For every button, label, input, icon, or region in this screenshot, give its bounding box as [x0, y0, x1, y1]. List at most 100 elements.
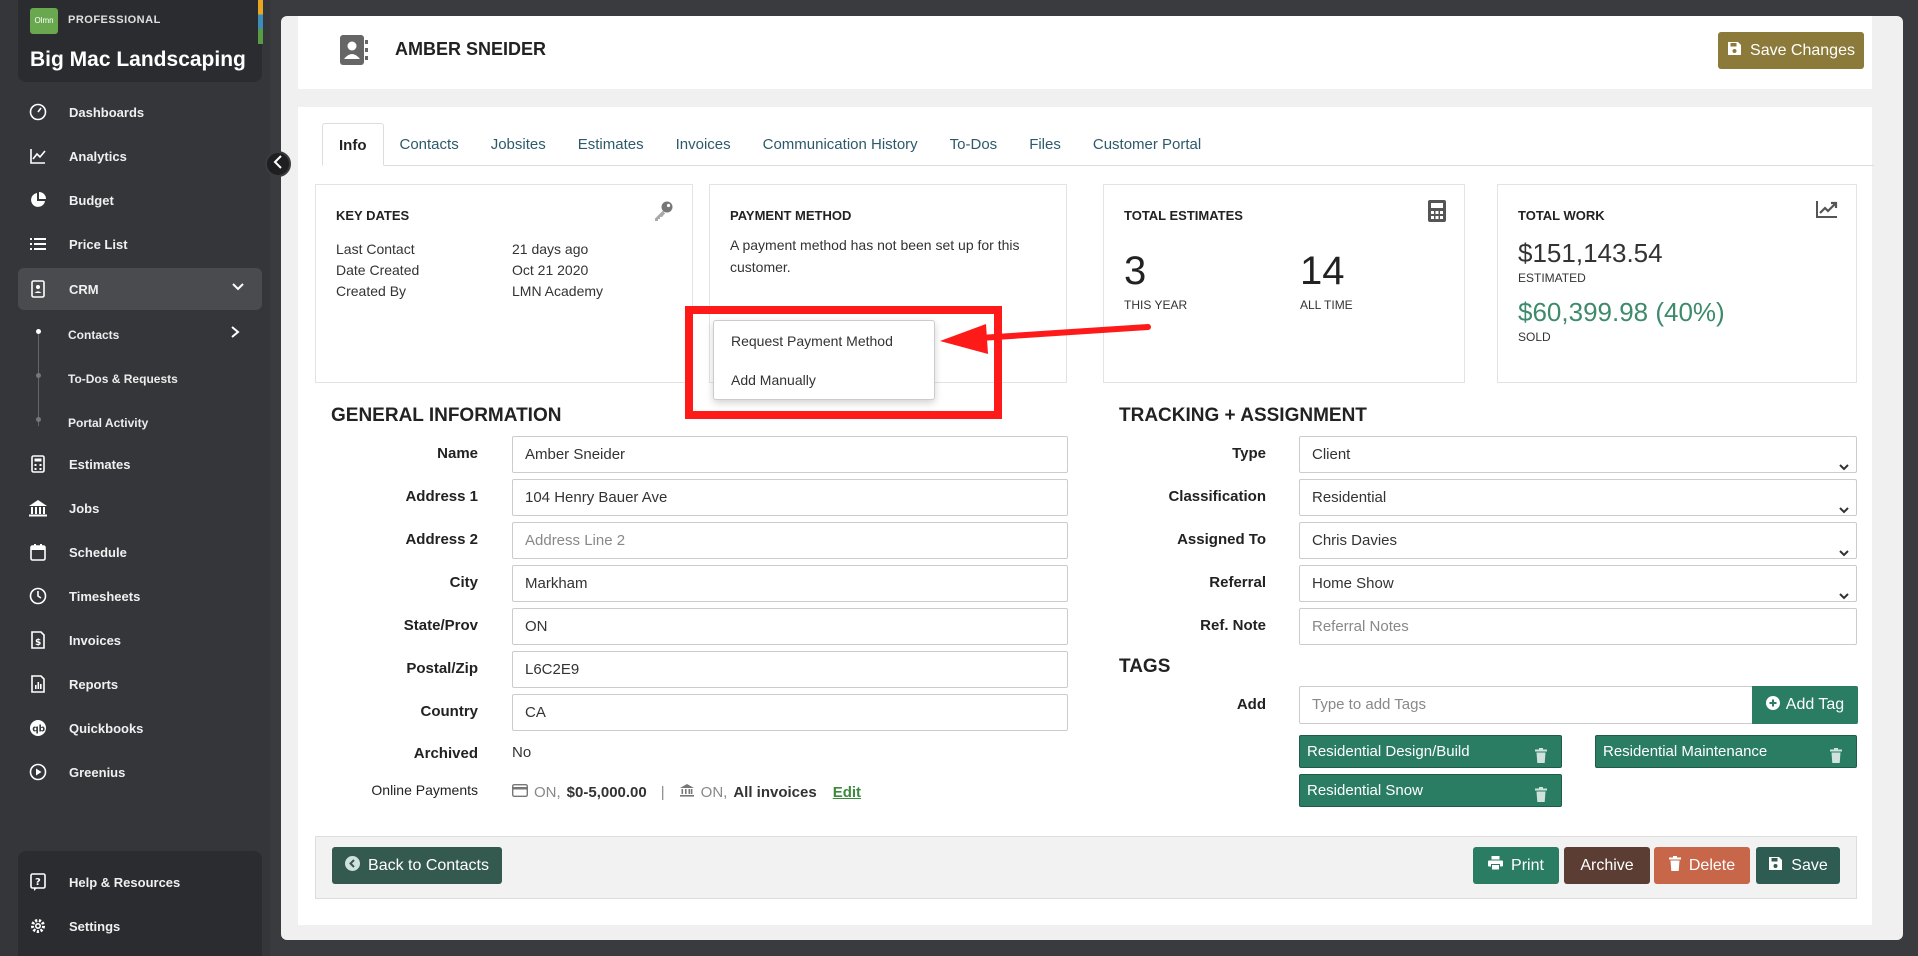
sidebar-item-timesheets[interactable]: Timesheets: [18, 576, 262, 616]
svg-text:qb: qb: [32, 725, 45, 735]
gear-icon: [28, 916, 48, 936]
plus-circle-icon: [1765, 695, 1780, 715]
add-manually-item[interactable]: Add Manually: [731, 372, 816, 388]
sidebar-item-label: Price List: [69, 236, 128, 252]
sidebar-item-estimates[interactable]: Estimates: [18, 444, 262, 484]
total-estimates-card: TOTAL ESTIMATES 3 THIS YEAR 14 ALL TIME: [1103, 184, 1465, 383]
crm-icon: [28, 279, 48, 299]
sidebar-item-invoices[interactable]: $ Invoices: [18, 620, 262, 660]
edit-online-payments-link[interactable]: Edit: [833, 784, 861, 801]
back-to-contacts-button[interactable]: Back to Contacts: [332, 847, 502, 884]
save-changes-button[interactable]: Save Changes: [1718, 32, 1864, 69]
sidebar-item-reports[interactable]: Reports: [18, 664, 262, 704]
state-input[interactable]: ON: [512, 608, 1068, 645]
bank-payment-status: ON,: [700, 783, 728, 801]
add-tag-button[interactable]: Add Tag: [1752, 686, 1858, 724]
total-sold-value: $60,399.98 (40%): [1518, 297, 1725, 327]
tab-files[interactable]: Files: [1013, 123, 1077, 166]
tab-customer-portal[interactable]: Customer Portal: [1077, 123, 1217, 166]
print-button[interactable]: Print: [1473, 847, 1559, 884]
sidebar-item-schedule[interactable]: Schedule: [18, 532, 262, 572]
submenu-dot: [36, 373, 41, 378]
print-icon: [1488, 856, 1504, 875]
sidebar-item-greenius[interactable]: Greenius: [18, 752, 262, 792]
request-payment-method-item[interactable]: Request Payment Method: [731, 333, 893, 349]
name-input[interactable]: Amber Sneider: [512, 436, 1068, 473]
city-input[interactable]: Markham: [512, 565, 1068, 602]
archived-label: Archived: [413, 745, 478, 762]
sidebar-item-crm[interactable]: CRM: [18, 268, 262, 310]
key-date-value: LMN Academy: [512, 283, 604, 299]
sidebar-item-quickbooks[interactable]: qb Quickbooks: [18, 708, 262, 748]
tab-communication-history[interactable]: Communication History: [747, 123, 934, 166]
sidebar-item-settings[interactable]: Settings: [18, 906, 262, 946]
tag-input[interactable]: Type to add Tags: [1299, 686, 1753, 724]
trash-icon[interactable]: [1535, 782, 1547, 813]
sidebar-item-jobs[interactable]: Jobs: [18, 488, 262, 528]
key-date-label: Last Contact: [336, 241, 415, 257]
tab-todos[interactable]: To-Dos: [934, 123, 1014, 166]
key-date-label: Date Created: [336, 262, 420, 278]
address1-input[interactable]: 104 Henry Bauer Ave: [512, 479, 1068, 516]
referral-select[interactable]: Home Show: [1299, 565, 1857, 602]
sidebar-subitem-portal-activity[interactable]: Portal Activity: [68, 416, 148, 430]
tag-label: Residential Snow: [1307, 782, 1423, 799]
save-button[interactable]: Save: [1756, 847, 1840, 884]
type-select[interactable]: Client: [1299, 436, 1857, 473]
tag-label: Residential Design/Build: [1307, 743, 1470, 760]
sidebar-item-dashboards[interactable]: Dashboards: [18, 92, 262, 132]
key-dates-card: KEY DATES Last Contact 21 days ago Date …: [315, 184, 693, 383]
key-icon: [652, 200, 674, 227]
postal-input[interactable]: L6C2E9: [512, 651, 1068, 688]
sidebar-item-help[interactable]: ? Help & Resources: [18, 862, 262, 902]
help-icon: ?: [28, 872, 48, 892]
sidebar-item-label: CRM: [69, 281, 99, 297]
address2-input[interactable]: Address Line 2: [512, 522, 1068, 559]
tracking-assignment-title: TRACKING + ASSIGNMENT: [1119, 405, 1367, 426]
sidebar-item-label: Invoices: [69, 632, 122, 648]
classification-select[interactable]: Residential: [1299, 479, 1857, 516]
save-icon: [1768, 856, 1783, 876]
sidebar-item-analytics[interactable]: Analytics: [18, 136, 262, 176]
company-name[interactable]: Big Mac Landscaping: [30, 48, 246, 72]
country-label: Country: [420, 703, 479, 720]
name-label: Name: [437, 445, 478, 462]
submenu-dot: [36, 417, 41, 422]
sidebar-subitem-todos[interactable]: To-Dos & Requests: [68, 372, 178, 386]
clock-icon: [28, 586, 48, 606]
add-tag-label: Add Tag: [1785, 696, 1845, 713]
chevron-down-icon: [230, 279, 246, 298]
sidebar-item-label: Analytics: [69, 148, 127, 164]
sidebar-item-label: Jobs: [69, 500, 100, 516]
tab-info[interactable]: Info: [322, 123, 384, 166]
tab-contacts[interactable]: Contacts: [384, 123, 475, 166]
total-work-title: TOTAL WORK: [1518, 208, 1605, 223]
tab-estimates[interactable]: Estimates: [562, 123, 660, 166]
sidebar-item-price-list[interactable]: Price List: [18, 224, 262, 264]
type-select-value: Client: [1312, 446, 1351, 463]
tab-jobsites[interactable]: Jobsites: [475, 123, 562, 166]
archive-button[interactable]: Archive: [1564, 847, 1650, 884]
tab-invoices[interactable]: Invoices: [660, 123, 747, 166]
calculator-icon: [28, 454, 48, 474]
print-label: Print: [1511, 856, 1544, 874]
delete-label: Delete: [1688, 856, 1736, 874]
type-label: Type: [1232, 445, 1266, 462]
assigned-to-select[interactable]: Chris Davies: [1299, 522, 1857, 559]
report-icon: [28, 674, 48, 694]
sidebar-subitem-contacts[interactable]: Contacts: [68, 328, 119, 342]
city-label: City: [449, 574, 478, 591]
delete-button[interactable]: Delete: [1654, 847, 1750, 884]
sidebar-item-budget[interactable]: Budget: [18, 180, 262, 220]
ref-note-input[interactable]: Referral Notes: [1299, 608, 1857, 645]
classification-label: Classification: [1168, 488, 1266, 505]
estimates-all-time-label: ALL TIME: [1300, 298, 1353, 312]
country-input[interactable]: CA: [512, 694, 1068, 731]
card-payment-range: $0-5,000.00: [566, 783, 647, 801]
archived-value: No: [512, 744, 532, 761]
trash-icon[interactable]: [1830, 743, 1842, 774]
tags-title: TAGS: [1119, 656, 1171, 677]
trash-icon[interactable]: [1535, 743, 1547, 774]
sidebar-collapse-button[interactable]: [265, 151, 291, 177]
payment-method-message: A payment method has not been set up for…: [730, 237, 1020, 275]
